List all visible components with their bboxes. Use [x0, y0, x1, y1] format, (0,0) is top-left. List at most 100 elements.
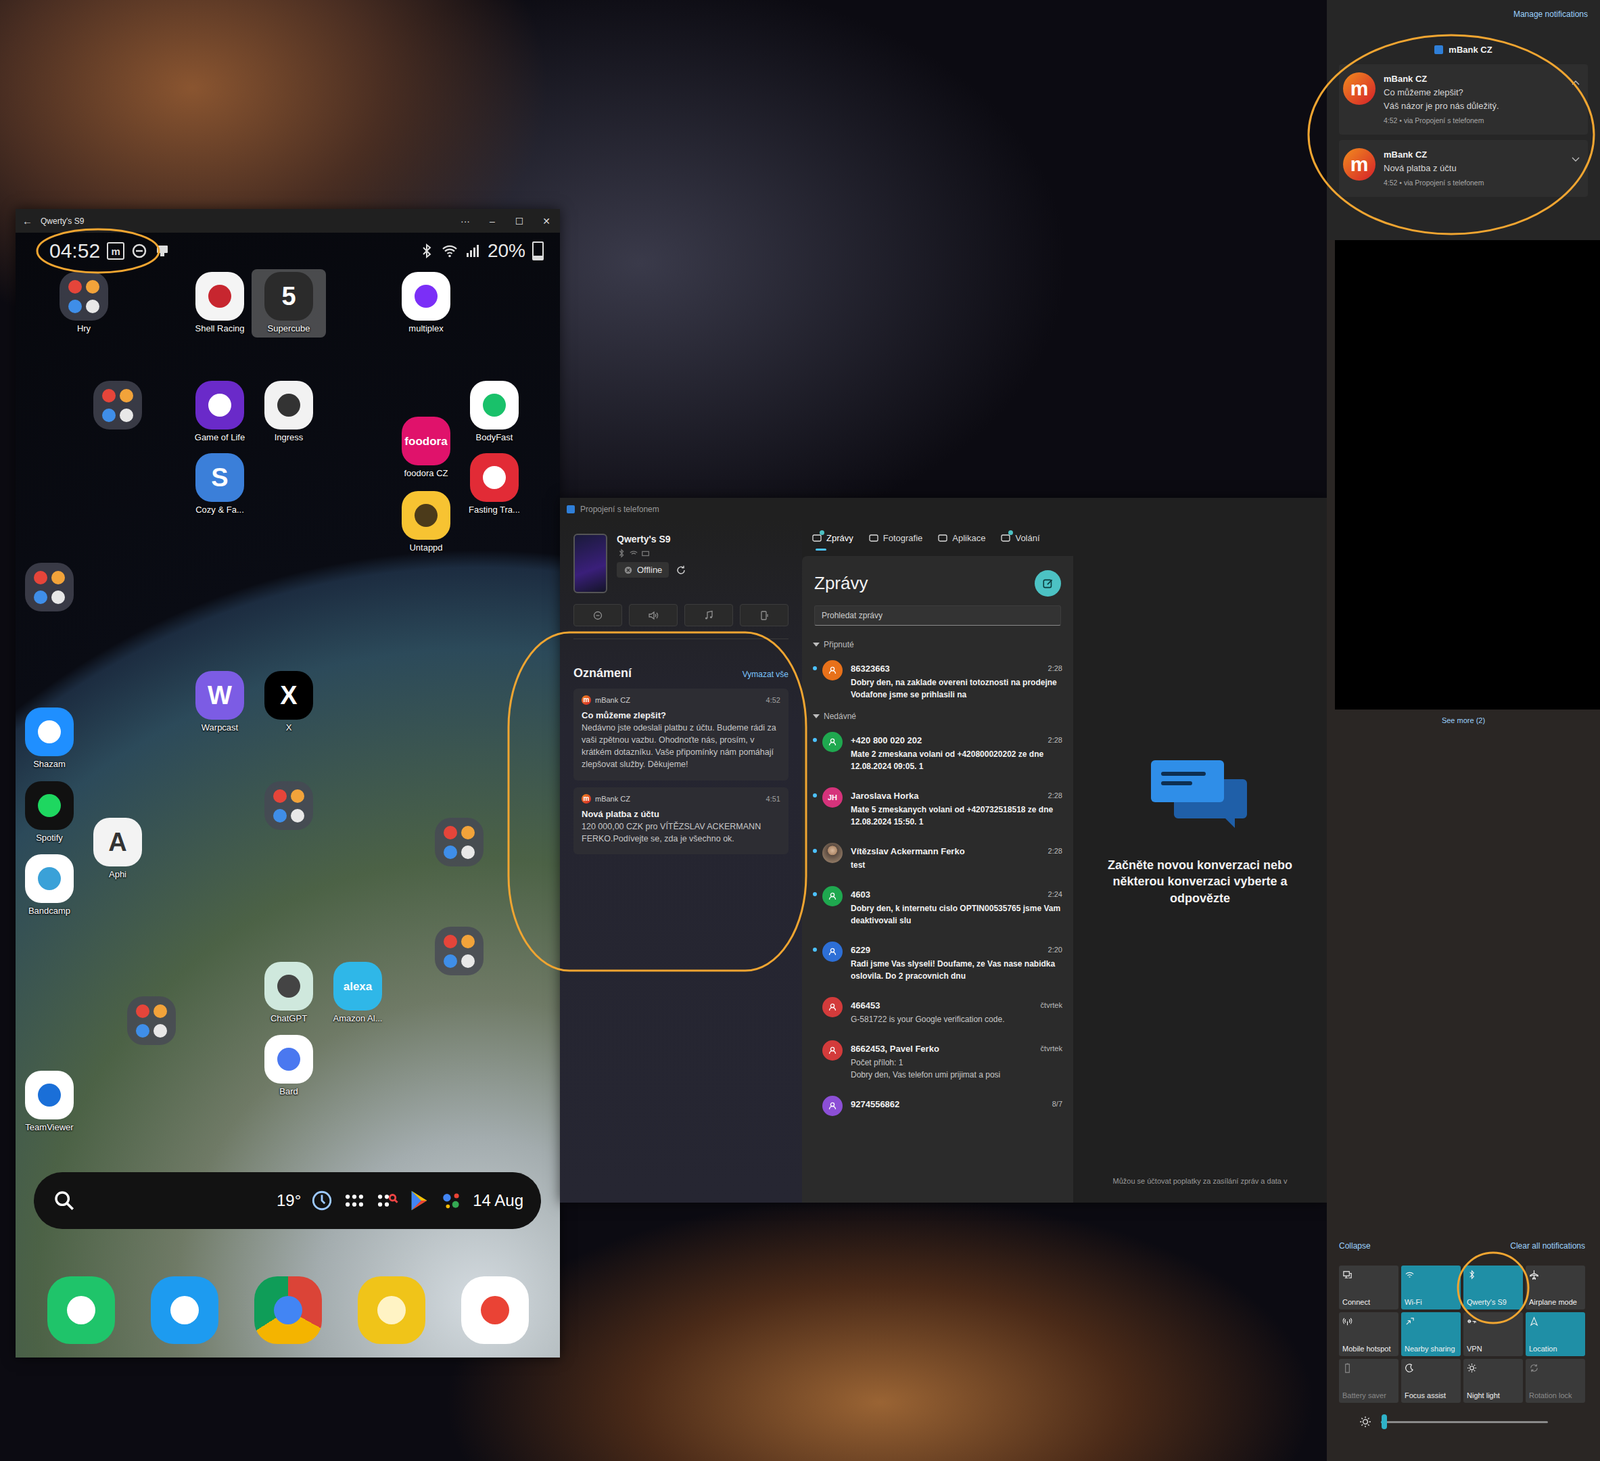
app-shortcut[interactable]: Game of Life [182, 378, 257, 447]
message-search-input[interactable] [814, 605, 1062, 626]
google-assistant-icon[interactable] [440, 1188, 464, 1212]
app-folder[interactable] [114, 993, 189, 1049]
tab-icon-wrap [868, 532, 880, 544]
conversation-pane: Začněte novou konverzaci nebo některou k… [1073, 555, 1327, 1203]
app-shortcut[interactable]: 5Supercube [251, 269, 326, 338]
conversation-row[interactable]: 466453čtvrtekG-581722 is your Google ver… [802, 989, 1074, 1033]
quick-action-tile[interactable]: Qwerty's S9 [1463, 1265, 1523, 1310]
app-folder[interactable] [15, 559, 87, 616]
quick-action-tile[interactable]: Nearby sharing [1401, 1311, 1461, 1356]
app-shortcut[interactable]: Shell Racing [182, 269, 257, 338]
do-not-disturb-button[interactable] [573, 603, 623, 627]
conversation-row[interactable]: JHJaroslava Horka2:28Mate 5 zmeskanych v… [802, 779, 1074, 836]
app-shortcut[interactable]: foodorafoodora CZ [388, 413, 464, 483]
section-header[interactable]: Připnuté [802, 636, 1074, 653]
new-message-button[interactable] [1034, 570, 1062, 597]
window-control-button[interactable]: ✕ [532, 215, 560, 227]
conversation-row[interactable]: 92745568628/7 [802, 1088, 1074, 1124]
section-header[interactable]: Nedávné [802, 708, 1074, 725]
phone-screen[interactable]: 04:52m20%HryShell Racing5Supercubemultip… [15, 232, 560, 1358]
app-shortcut[interactable]: Bandcamp [15, 851, 87, 920]
yellow-app-icon[interactable] [357, 1276, 426, 1344]
app-shortcut[interactable]: BodyFast [457, 378, 532, 447]
device-name: Qwerty's S9 [616, 533, 687, 545]
audio-player-button[interactable] [684, 603, 734, 627]
volume-button[interactable] [628, 603, 678, 627]
quick-action-tile[interactable]: Wi-Fi [1401, 1265, 1461, 1310]
app-search-icon[interactable] [375, 1188, 399, 1212]
app-folder[interactable] [251, 778, 326, 834]
app-folder[interactable]: Hry [46, 269, 122, 338]
window-titlebar[interactable]: Propojení s telefonem [559, 497, 1327, 521]
conversation-row[interactable]: Vítězslav Ackermann Ferko2:28test [802, 835, 1074, 879]
tab[interactable]: Fotografie [868, 528, 924, 548]
see-more-link[interactable]: See more (2) [1326, 716, 1600, 725]
window-control-button[interactable]: ☐ [505, 215, 533, 227]
app-grid-icon[interactable] [342, 1188, 366, 1212]
phone-app-icon[interactable] [47, 1276, 115, 1344]
collapse-link[interactable]: Collapse [1338, 1240, 1371, 1251]
window-titlebar[interactable]: ←Qwerty's S9···–☐✕ [15, 208, 560, 233]
app-shortcut[interactable]: Shazam [15, 704, 87, 773]
quick-action-tile[interactable]: Rotation lock [1525, 1358, 1586, 1403]
quick-action-tile[interactable]: Night light [1463, 1358, 1523, 1403]
window-control-button[interactable]: ··· [451, 215, 479, 227]
clear-all-notifications-link[interactable]: Clear all notifications [1510, 1240, 1586, 1251]
conversation-row[interactable]: +420 800 020 2022:28Mate 2 zmeskana vola… [802, 724, 1074, 780]
brightness-slider[interactable] [1380, 1420, 1548, 1423]
tab[interactable]: Aplikace [937, 528, 986, 548]
window-control-button[interactable]: – [478, 215, 506, 227]
quick-action-tile[interactable]: Battery saver [1338, 1358, 1399, 1403]
app-shortcut[interactable]: TeamViewer [15, 1067, 87, 1137]
app-label: Warpcast [201, 722, 239, 733]
quick-action-tile[interactable]: Mobile hotspot [1338, 1311, 1399, 1356]
toast-notification[interactable]: mmBank CZNová platba z účtu4:52 • via Pr… [1338, 139, 1588, 197]
conversation-row[interactable]: 46032:24Dobry den, k internetu cislo OPT… [802, 878, 1074, 934]
notification-card[interactable]: mmBank CZ4:52Co můžeme zlepšit?Nedávno j… [573, 688, 789, 781]
conversation-row[interactable]: 8662453, Pavel FerkočtvrtekPočet příloh:… [802, 1032, 1074, 1089]
app-shortcut[interactable]: Spotify [15, 778, 87, 847]
app-folder[interactable] [80, 378, 155, 434]
play-store-icon[interactable] [407, 1188, 431, 1212]
quick-action-tile[interactable]: Connect [1338, 1265, 1399, 1310]
slider-thumb[interactable] [1381, 1414, 1387, 1429]
mini-app-icon [461, 934, 475, 949]
back-button[interactable]: ← [22, 215, 33, 227]
quick-action-tile[interactable]: Location [1525, 1311, 1586, 1356]
app-shortcut[interactable]: SCozy & Fa... [182, 450, 257, 519]
messages-app-icon[interactable] [150, 1276, 219, 1344]
tab[interactable]: Zprávy [811, 528, 854, 548]
chevron-down-icon[interactable] [1570, 153, 1582, 165]
phone-link-window[interactable]: Propojení s telefonemQwerty's S9 Offline… [559, 497, 1327, 1203]
phone-mirror-window[interactable]: ←Qwerty's S9···–☐✕04:52m20%HryShell Raci… [15, 208, 560, 1358]
app-shortcut[interactable]: WWarpcast [182, 668, 257, 737]
quick-action-tile[interactable]: Focus assist [1401, 1358, 1461, 1403]
app-shortcut[interactable]: Ingress [251, 378, 326, 447]
conversation-row[interactable]: 62292:20Radi jsme Vas slyseli! Doufame, … [802, 933, 1074, 990]
app-folder[interactable] [421, 923, 497, 980]
app-shortcut[interactable]: alexaAmazon Al... [320, 958, 395, 1028]
tab[interactable]: Volání [1000, 528, 1040, 548]
manage-notifications-link[interactable]: Manage notifications [1513, 9, 1588, 19]
app-folder[interactable] [421, 814, 497, 871]
chevron-up-icon[interactable] [1570, 77, 1582, 89]
app-shortcut[interactable]: multiplex [388, 269, 464, 338]
search-widget[interactable]: 19°14 Aug [33, 1171, 541, 1229]
refresh-icon[interactable] [675, 564, 687, 576]
app-shortcut[interactable]: Untappd [388, 488, 464, 557]
conversation-row[interactable]: 863236632:28Dobry den, na zaklade overen… [802, 652, 1074, 709]
notification-card[interactable]: mmBank CZ4:51Nová platba z účtu120 000,0… [573, 787, 789, 855]
quick-action-tile[interactable]: VPN [1463, 1311, 1523, 1356]
phone-link-app-icon [1434, 45, 1444, 55]
clear-all-link[interactable]: Vymazat vše [742, 669, 789, 679]
quick-action-tile[interactable]: Airplane mode [1525, 1265, 1586, 1310]
app-shortcut[interactable]: AAphi [80, 814, 155, 884]
chrome-app-icon[interactable] [254, 1276, 322, 1344]
app-shortcut[interactable]: Fasting Tra... [457, 450, 532, 519]
app-shortcut[interactable]: ChatGPT [251, 958, 326, 1028]
toast-notification[interactable]: mmBank CZCo můžeme zlepšit?Váš názor je … [1338, 64, 1588, 135]
app-shortcut[interactable]: XX [251, 668, 326, 737]
screen-mirror-button[interactable] [739, 603, 789, 627]
maps-app-icon[interactable] [461, 1276, 529, 1344]
app-shortcut[interactable]: Bard [251, 1031, 326, 1101]
